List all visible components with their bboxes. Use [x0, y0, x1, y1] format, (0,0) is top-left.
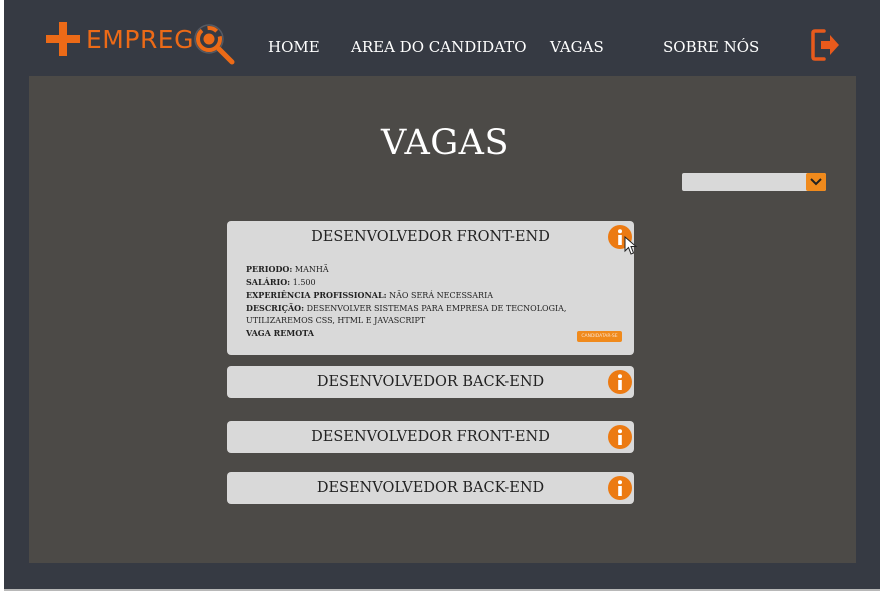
magnifier-icon — [194, 24, 235, 65]
nav-sobre-nos[interactable]: SOBRE NÓS — [663, 38, 759, 56]
job-title: DESENVOLVEDOR BACK-END — [316, 480, 545, 496]
filter-select[interactable] — [682, 173, 826, 191]
nav-home[interactable]: HOME — [268, 38, 320, 56]
nav-area-candidato[interactable]: AREA DO CANDIDATO — [351, 38, 527, 56]
logo[interactable]: EMPREG — [46, 22, 236, 66]
info-icon[interactable] — [608, 425, 632, 449]
nav-vagas[interactable]: VAGAS — [550, 38, 604, 56]
job-details: PERIODO: MANHÃ SALÁRIO: 1.500 EXPERIÊNCI… — [246, 264, 567, 338]
job-title: DESENVOLVEDOR FRONT-END — [311, 429, 550, 445]
job-title: DESENVOLVEDOR FRONT-END — [311, 229, 550, 245]
chevron-down-icon[interactable] — [806, 173, 826, 191]
page-title: VAGAS — [381, 123, 509, 163]
info-icon[interactable] — [608, 370, 632, 394]
plus-icon — [46, 22, 80, 56]
bottom-divider — [4, 589, 880, 591]
info-icon[interactable] — [608, 476, 632, 500]
job-card[interactable]: DESENVOLVEDOR BACK-END — [227, 472, 634, 504]
mouse-cursor-icon — [624, 236, 638, 255]
job-title: DESENVOLVEDOR BACK-END — [316, 374, 545, 390]
brand-text: EMPREG — [86, 25, 194, 54]
logout-icon[interactable] — [810, 28, 842, 62]
job-card[interactable]: DESENVOLVEDOR FRONT-END — [227, 421, 634, 453]
job-card[interactable]: DESENVOLVEDOR BACK-END — [227, 366, 634, 398]
job-card[interactable]: DESENVOLVEDOR FRONT-END PERIODO: MANHÃ S… — [227, 221, 634, 355]
apply-button[interactable]: CANDIDATAR-SE — [577, 331, 622, 342]
